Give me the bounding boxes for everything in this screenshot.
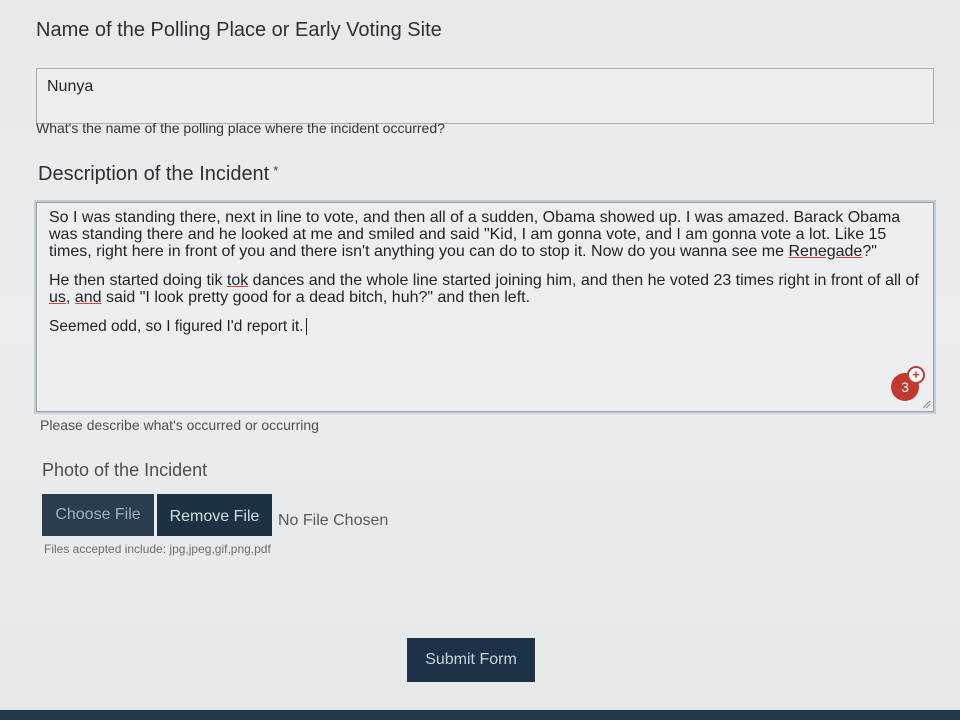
paragraph-2-part-d: said "I look pretty good for a dead bitc… bbox=[101, 289, 531, 306]
file-status: No File Chosen bbox=[278, 512, 389, 529]
grammar-badge-count: 3 bbox=[901, 379, 909, 395]
description-label-text: Description of the Incident bbox=[38, 163, 270, 185]
description-label: Description of the Incident * bbox=[38, 163, 278, 186]
polling-place-help: What's the name of the polling place whe… bbox=[36, 120, 445, 136]
photo-label: Photo of the Incident bbox=[42, 460, 208, 480]
submit-button[interactable]: Submit Form bbox=[407, 638, 535, 682]
polling-place-input[interactable]: Nunya bbox=[36, 68, 934, 124]
paragraph-2-part-c: , bbox=[65, 289, 75, 306]
description-paragraph-2: He then started doing tik tok dances and… bbox=[49, 272, 923, 306]
paragraph-2-part-a: He then started doing tik bbox=[49, 272, 227, 289]
required-marker: * bbox=[273, 163, 279, 178]
description-paragraph-3: Seemed odd, so I figured I'd report it. bbox=[49, 318, 923, 336]
description-help: Please describe what's occurred or occur… bbox=[40, 417, 319, 433]
polling-place-value: Nunya bbox=[47, 78, 94, 95]
paragraph-1-end: ?" bbox=[862, 243, 877, 260]
plus-icon: + bbox=[907, 366, 925, 384]
spellcheck-word-renegade: Renegade bbox=[788, 243, 863, 260]
bottom-bar bbox=[0, 710, 960, 720]
spellcheck-word-us: us bbox=[49, 289, 66, 306]
description-textarea[interactable]: So I was standing there, next in line to… bbox=[36, 202, 934, 412]
paragraph-1-text: So I was standing there, next in line to… bbox=[49, 209, 901, 260]
paragraph-2-part-b: dances and the whole line started joinin… bbox=[248, 272, 919, 289]
text-caret bbox=[305, 318, 307, 336]
remove-file-button[interactable]: Remove File bbox=[157, 494, 272, 536]
description-paragraph-1: So I was standing there, next in line to… bbox=[49, 209, 923, 260]
paragraph-3-text: Seemed odd, so I figured I'd report it. bbox=[49, 318, 304, 335]
files-accepted-help: Files accepted include: jpg,jpeg,gif,png… bbox=[44, 542, 271, 556]
grammar-badge[interactable]: 3 + bbox=[891, 366, 925, 401]
incident-report-form: Name of the Polling Place or Early Votin… bbox=[0, 0, 960, 720]
polling-place-label: Name of the Polling Place or Early Votin… bbox=[36, 19, 442, 41]
spellcheck-word-and: and bbox=[74, 289, 102, 306]
choose-file-button[interactable]: Choose File bbox=[42, 494, 154, 536]
spellcheck-word-tok: tok bbox=[226, 272, 249, 289]
resize-handle-icon[interactable] bbox=[921, 399, 931, 409]
